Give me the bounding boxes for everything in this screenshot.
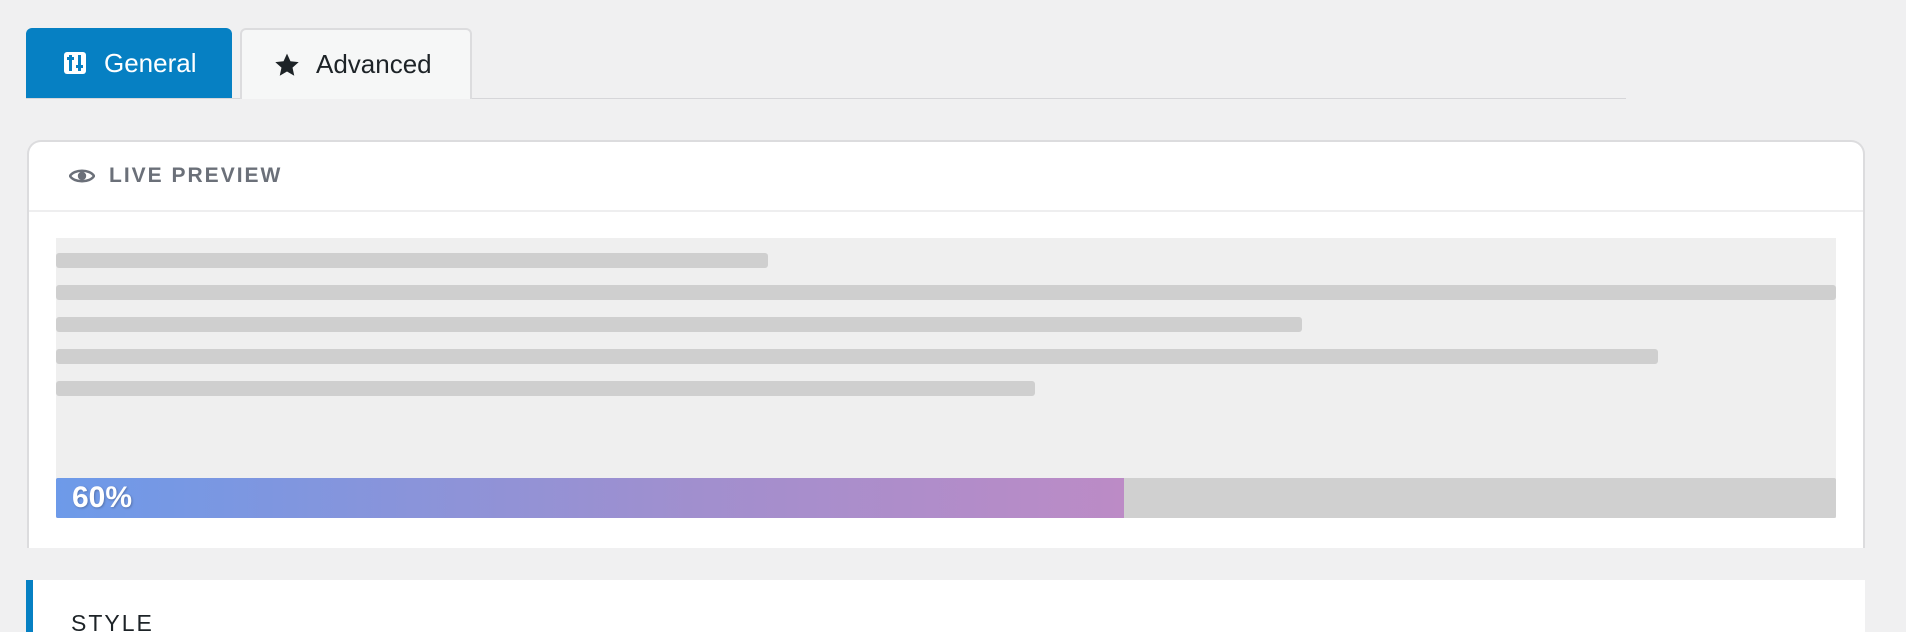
progress-bar-track: 60% bbox=[56, 478, 1836, 518]
skeleton-line bbox=[56, 253, 768, 268]
skeleton-line bbox=[56, 285, 1836, 300]
eye-icon bbox=[69, 167, 95, 185]
skeleton-line bbox=[56, 381, 1035, 396]
live-preview-header: LIVE PREVIEW bbox=[29, 142, 1863, 212]
sliders-icon bbox=[62, 50, 88, 76]
style-section-title: STYLE bbox=[71, 610, 154, 632]
tab-advanced-label: Advanced bbox=[316, 49, 432, 79]
progress-bar-fill bbox=[56, 478, 1124, 518]
live-preview-title: LIVE PREVIEW bbox=[109, 164, 283, 187]
tab-bar: General Advanced bbox=[26, 28, 1626, 99]
preview-area: 60% bbox=[56, 238, 1836, 518]
style-section: STYLE bbox=[26, 580, 1865, 632]
star-icon bbox=[274, 52, 300, 78]
tab-advanced[interactable]: Advanced bbox=[240, 28, 472, 99]
tab-general[interactable]: General bbox=[26, 28, 232, 98]
skeleton-line bbox=[56, 317, 1302, 332]
tab-general-label: General bbox=[104, 47, 197, 78]
settings-page: General Advanced LIVE PREVIEW 60% STYLE bbox=[0, 0, 1906, 632]
progress-label: 60% bbox=[72, 481, 133, 514]
skeleton-line bbox=[56, 349, 1658, 364]
live-preview-card: LIVE PREVIEW 60% bbox=[27, 140, 1865, 548]
